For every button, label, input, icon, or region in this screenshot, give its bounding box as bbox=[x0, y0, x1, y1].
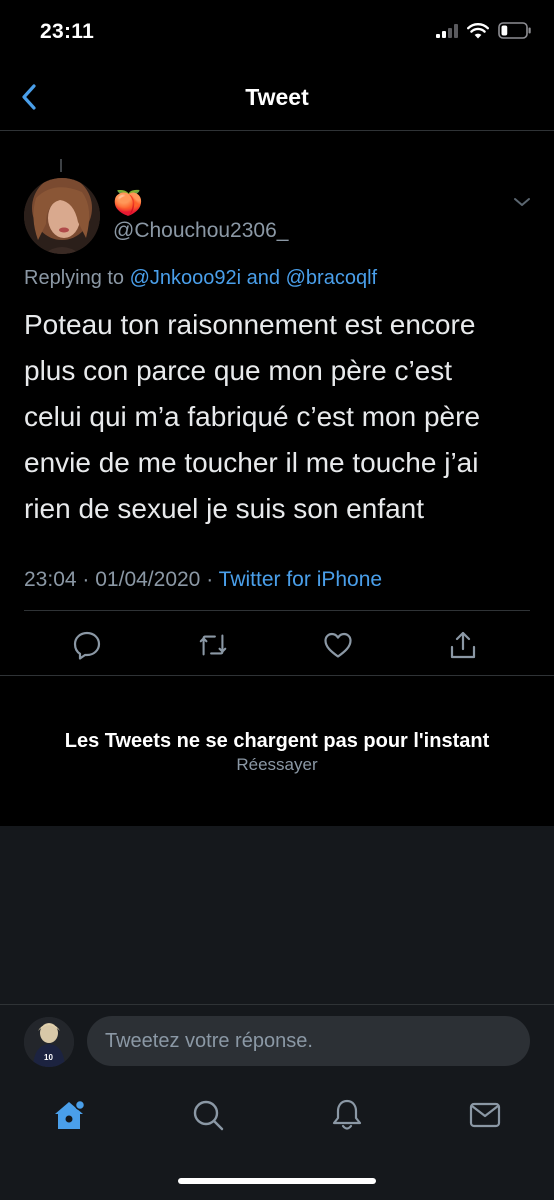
wifi-icon bbox=[467, 22, 489, 44]
retry-button[interactable]: Réessayer bbox=[0, 755, 554, 775]
page-title: Tweet bbox=[245, 84, 309, 110]
retweet-button[interactable] bbox=[197, 629, 229, 661]
battery-icon bbox=[498, 22, 532, 44]
reply-icon bbox=[73, 631, 101, 660]
svg-text:10: 10 bbox=[44, 1053, 53, 1062]
share-button[interactable] bbox=[447, 629, 479, 661]
load-error: Les Tweets ne se chargent pas pour l'ins… bbox=[0, 676, 554, 826]
bell-icon bbox=[332, 1099, 362, 1130]
tweet-source[interactable]: Twitter for iPhone bbox=[219, 568, 382, 591]
reply-input[interactable] bbox=[87, 1016, 530, 1066]
mention-link[interactable]: @bracoqlf bbox=[286, 267, 377, 289]
tab-search[interactable] bbox=[188, 1095, 228, 1135]
tab-bar bbox=[0, 1079, 554, 1200]
mail-icon bbox=[469, 1102, 501, 1128]
tweet-date: 01/04/2020 bbox=[95, 568, 201, 591]
status-time: 23:11 bbox=[40, 20, 95, 43]
profile-photo: 10 bbox=[24, 1017, 74, 1067]
tweet-time: 23:04 bbox=[24, 568, 77, 591]
search-icon bbox=[193, 1100, 224, 1131]
status-icons bbox=[436, 22, 532, 44]
mention-link[interactable]: @Jnkooo92i bbox=[130, 267, 241, 289]
nav-header: Tweet bbox=[0, 64, 554, 131]
tweet-detail: 🍑 @Chouchou2306_ Replying to @Jnkooo92i … bbox=[0, 131, 554, 676]
empty-area bbox=[0, 826, 554, 1004]
reply-button[interactable] bbox=[71, 629, 103, 661]
meta-separator: · bbox=[206, 568, 214, 591]
user-handle[interactable]: @Chouchou2306_ bbox=[113, 219, 288, 243]
battery-level bbox=[501, 25, 508, 36]
display-name[interactable]: 🍑 bbox=[113, 190, 143, 218]
thread-connector bbox=[60, 159, 62, 172]
share-icon bbox=[450, 631, 476, 659]
tab-home[interactable] bbox=[49, 1095, 89, 1135]
meta-separator: · bbox=[82, 568, 90, 591]
error-title: Les Tweets ne se chargent pas pour l'ins… bbox=[64, 730, 490, 752]
tab-notifications[interactable] bbox=[327, 1095, 367, 1135]
home-icon bbox=[55, 1099, 86, 1129]
replying-to: Replying to @Jnkooo92i and @bracoqlf bbox=[24, 267, 377, 290]
replying-and: and bbox=[246, 267, 281, 289]
avatar[interactable]: 10 bbox=[24, 1017, 74, 1067]
reply-composer: 10 bbox=[0, 1004, 554, 1079]
cellular-signal-icon bbox=[436, 23, 458, 43]
tab-messages[interactable] bbox=[465, 1095, 505, 1135]
tweet-meta: 23:04 · 01/04/2020 · Twitter for iPhone bbox=[24, 568, 382, 592]
chevron-down-icon[interactable] bbox=[512, 195, 532, 209]
like-button[interactable] bbox=[322, 629, 354, 661]
tweet-text: Poteau ton raisonnement est encore plus … bbox=[24, 309, 481, 524]
status-bar: 23:11 bbox=[0, 0, 554, 64]
profile-photo bbox=[24, 178, 100, 254]
home-indicator[interactable] bbox=[178, 1178, 376, 1184]
heart-icon bbox=[324, 632, 352, 658]
replying-prefix: Replying to bbox=[24, 267, 125, 289]
avatar[interactable] bbox=[24, 178, 100, 254]
tweet-actions bbox=[0, 611, 554, 675]
retweet-icon bbox=[199, 634, 227, 656]
